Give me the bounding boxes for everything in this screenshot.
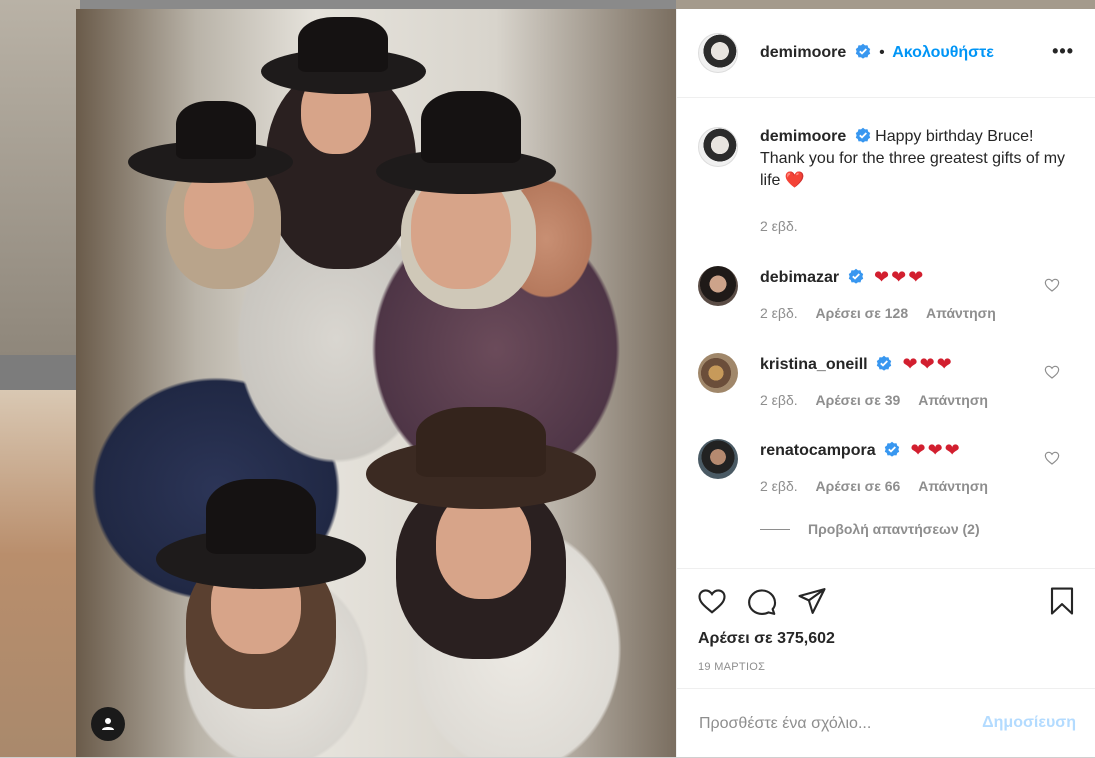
photo-shape [421, 91, 521, 163]
comment-text: renatocampora ❤❤❤ [760, 439, 962, 462]
reply-button[interactable]: Απάντηση [926, 305, 996, 321]
post-actions: Αρέσει σε 375,602 19 ΜΑΡΤΙΟΣ [677, 568, 1095, 689]
post-side-panel: demimoore • Ακολουθήστε ••• demimoore Ha… [676, 9, 1095, 757]
comment-input[interactable] [697, 709, 971, 739]
avatar[interactable] [698, 33, 738, 73]
comment-hearts: ❤❤❤ [910, 440, 962, 460]
comments-list[interactable]: demimoore Happy birthday Bruce! Thank yo… [677, 98, 1095, 568]
verified-icon [876, 355, 892, 371]
comment-time[interactable]: 2 εβδ. [760, 305, 798, 321]
user-icon [102, 718, 114, 730]
comment-likes[interactable]: Αρέσει σε 128 [816, 305, 909, 321]
verified-icon [884, 441, 900, 457]
comment-icon[interactable] [747, 586, 777, 616]
photo-shape [416, 407, 546, 477]
photo-shape [176, 101, 256, 159]
paper-plane-icon[interactable] [797, 586, 827, 616]
post-header: demimoore • Ακολουθήστε ••• [677, 9, 1095, 98]
verified-icon [855, 127, 870, 143]
photo-shape [206, 479, 316, 554]
avatar[interactable] [698, 127, 738, 167]
background-divider [0, 355, 80, 390]
caption: demimoore Happy birthday Bruce! Thank yo… [760, 126, 1070, 192]
reply-button[interactable]: Απάντηση [918, 478, 988, 494]
background-thumbnail[interactable] [0, 390, 80, 757]
more-options-icon[interactable]: ••• [1052, 41, 1074, 62]
caption-emoji: ❤️ [784, 172, 805, 189]
replies-divider [760, 529, 790, 530]
verified-icon [855, 43, 870, 59]
post-date[interactable]: 19 ΜΑΡΤΙΟΣ [698, 661, 765, 673]
comment-likes[interactable]: Αρέσει σε 39 [816, 392, 901, 408]
verified-icon [848, 268, 863, 284]
comment-meta: 2 εβδ. Αρέσει σε 39 Απάντηση [760, 392, 1002, 408]
caption-time[interactable]: 2 εβδ. [760, 218, 798, 234]
comment-meta: 2 εβδ. Αρέσει σε 66 Απάντηση [760, 478, 1002, 494]
avatar[interactable] [698, 353, 738, 393]
heart-icon[interactable] [1044, 277, 1060, 293]
add-comment-section: Δημοσίευση [677, 688, 1095, 758]
caption-meta: 2 εβδ. [760, 218, 812, 234]
heart-icon[interactable] [1044, 450, 1060, 466]
reply-button[interactable]: Απάντηση [918, 392, 988, 408]
username-link[interactable]: demimoore [760, 44, 846, 61]
likes-count[interactable]: Αρέσει σε 375,602 [698, 630, 835, 648]
post-photo[interactable] [76, 9, 676, 757]
comment-text: debimazar ❤❤❤ [760, 266, 925, 289]
heart-icon[interactable] [697, 586, 727, 616]
comment-time[interactable]: 2 εβδ. [760, 392, 798, 408]
avatar[interactable] [698, 266, 738, 306]
username-link[interactable]: debimazar [760, 269, 839, 286]
username-link[interactable]: kristina_oneill [760, 356, 868, 373]
follow-button[interactable]: Ακολουθήστε [892, 44, 994, 61]
separator-dot: • [879, 44, 885, 61]
heart-icon[interactable] [1044, 364, 1060, 380]
avatar[interactable] [698, 439, 738, 479]
view-replies-button[interactable]: Προβολή απαντήσεων (2) [760, 521, 980, 537]
comment-hearts: ❤❤❤ [874, 267, 926, 287]
photo-tag-button[interactable] [91, 707, 125, 741]
comment-hearts: ❤❤❤ [902, 354, 954, 374]
comment-text: kristina_oneill ❤❤❤ [760, 353, 954, 376]
header-user: demimoore • Ακολουθήστε [760, 43, 994, 62]
username-link[interactable]: demimoore [760, 128, 846, 145]
photo-shape [298, 17, 388, 72]
comment-likes[interactable]: Αρέσει σε 66 [816, 478, 901, 494]
username-link[interactable]: renatocampora [760, 442, 876, 459]
bookmark-icon[interactable] [1047, 586, 1077, 616]
post-comment-button[interactable]: Δημοσίευση [982, 714, 1076, 732]
comment-meta: 2 εβδ. Αρέσει σε 128 Απάντηση [760, 305, 1010, 321]
background-thumbnail[interactable] [0, 0, 80, 355]
comment-time[interactable]: 2 εβδ. [760, 478, 798, 494]
view-replies-label: Προβολή απαντήσεων (2) [808, 521, 980, 537]
